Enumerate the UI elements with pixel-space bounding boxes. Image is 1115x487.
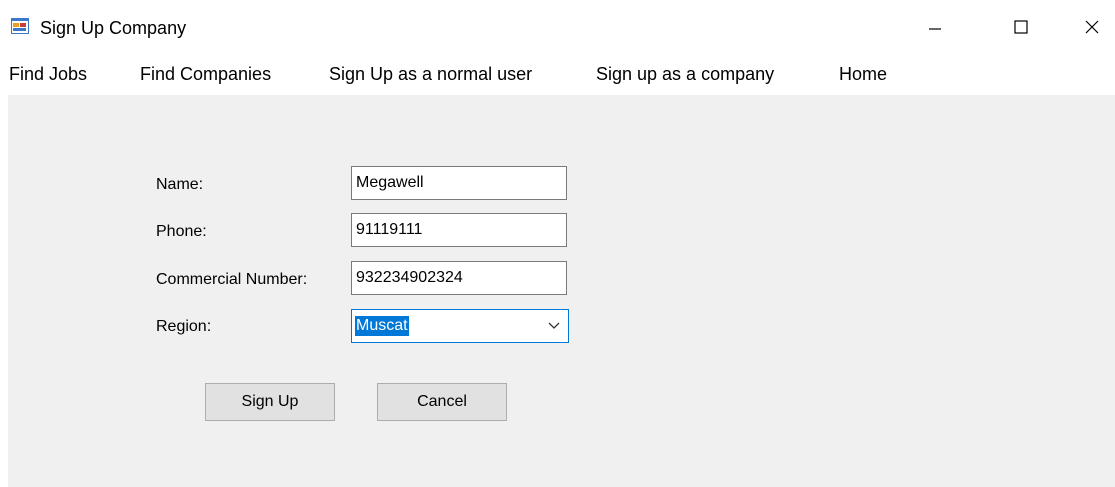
minimize-icon: [929, 28, 941, 30]
close-button[interactable]: [1069, 0, 1115, 54]
region-selected-value: Muscat: [355, 316, 409, 336]
chevron-down-icon: [548, 322, 560, 329]
sign-up-button[interactable]: Sign Up: [205, 383, 335, 421]
name-field[interactable]: [351, 166, 567, 200]
menu-item-sign-up-normal-user[interactable]: Sign Up as a normal user: [329, 63, 532, 85]
menu-item-sign-up-company[interactable]: Sign up as a company: [596, 63, 774, 85]
name-label: Name:: [156, 176, 204, 193]
close-icon: [1085, 20, 1099, 34]
menu-bar: Find Jobs Find Companies Sign Up as a no…: [0, 54, 1115, 95]
title-bar: Sign Up Company: [0, 0, 1115, 54]
menu-item-find-companies[interactable]: Find Companies: [140, 63, 271, 85]
minimize-button[interactable]: [912, 0, 958, 54]
phone-field[interactable]: [351, 213, 567, 247]
commercial-number-field[interactable]: [351, 261, 567, 295]
window-title: Sign Up Company: [40, 18, 187, 38]
menu-item-find-jobs[interactable]: Find Jobs: [9, 63, 87, 85]
windows-form-icon: [11, 18, 29, 34]
menu-item-home[interactable]: Home: [839, 63, 887, 85]
maximize-button[interactable]: [998, 0, 1044, 54]
region-dropdown[interactable]: Muscat: [351, 309, 569, 343]
commercial-number-label: Commercial Number:: [156, 271, 308, 288]
phone-label: Phone:: [156, 223, 207, 240]
form-client-area: Name: Phone: Commercial Number: Region: …: [8, 95, 1115, 487]
maximize-icon: [1014, 20, 1028, 34]
cancel-button[interactable]: Cancel: [377, 383, 507, 421]
region-label: Region:: [156, 318, 212, 335]
